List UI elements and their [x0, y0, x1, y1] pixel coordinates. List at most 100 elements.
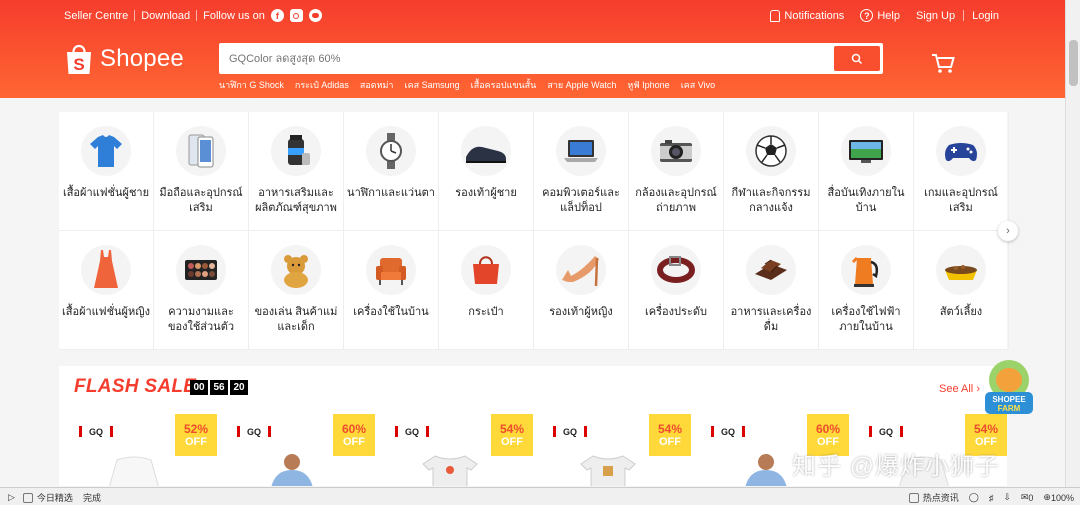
category-next-button[interactable]: › [998, 221, 1018, 241]
notifications-link[interactable]: Notifications [770, 9, 844, 22]
seller-centre-link[interactable]: Seller Centre [64, 10, 128, 22]
gamepad-icon [936, 126, 986, 176]
instagram-icon[interactable] [289, 9, 303, 22]
sign-up-link[interactable]: Sign Up [916, 10, 955, 22]
category-item[interactable]: เครื่องประดับ [629, 231, 724, 350]
category-item[interactable]: ของเล่น สินค้าแม่และเด็ก [249, 231, 344, 350]
watch-icon [366, 126, 416, 176]
flash-sale-item[interactable]: GQ 54% OFF [375, 414, 533, 486]
keyword-link[interactable]: สาย Apple Watch [547, 78, 616, 92]
category-label: นาฬิกาและแว่นตา [347, 187, 435, 199]
chocolate-icon [746, 245, 796, 295]
login-link[interactable]: Login [972, 10, 999, 22]
search-bar [219, 43, 883, 74]
category-item[interactable]: ความงามและของใช้ส่วนตัว [154, 231, 249, 350]
download-link[interactable]: Download [141, 10, 190, 22]
timer-seconds: 20 [230, 380, 248, 395]
category-item[interactable]: กีฬาและกิจกรรมกลางแจ้ง [724, 112, 819, 231]
category-item[interactable]: เสื้อผ้าแฟชั่นผู้หญิง [59, 231, 154, 350]
keyword-link[interactable]: สอดหม่า [360, 78, 394, 92]
category-label: กล้องและอุปกรณ์ถ่ายภาพ [635, 187, 717, 214]
category-item[interactable]: กระเป๋า [439, 231, 534, 350]
page-scrollbar[interactable] [1065, 0, 1080, 487]
divider [196, 10, 198, 21]
svg-text:S: S [73, 55, 84, 74]
facebook-icon[interactable]: f [270, 9, 284, 22]
category-item[interactable]: เครื่องใช้ไฟฟ้าภายในบ้าน [819, 231, 914, 350]
category-item[interactable]: สัตว์เลี้ยง [914, 231, 1009, 350]
keyword-link[interactable]: เสื้อครอปแขนสั้น [471, 78, 537, 92]
keyword-link[interactable]: กระเป๋ Adidas [295, 78, 349, 92]
search-keyword-list: นาฬิกา G Shock กระเป๋ Adidas สอดหม่า เคส… [219, 78, 726, 92]
chevron-right-icon: › [1006, 225, 1010, 237]
scrollbar-thumb[interactable] [1069, 40, 1078, 86]
category-item[interactable]: กล้องและอุปกรณ์ถ่ายภาพ [629, 112, 724, 231]
line-icon[interactable] [308, 9, 322, 22]
timer-hours: 00 [190, 380, 208, 395]
hot-news-link[interactable]: 热点资讯 [923, 491, 959, 504]
category-item[interactable]: อาหารเสริมและผลิตภัณฑ์สุขภาพ [249, 112, 344, 231]
product-image [109, 456, 159, 486]
category-item[interactable]: เครื่องใช้ในบ้าน [344, 231, 439, 350]
category-label: สื่อบันเทิงภายในบ้าน [827, 187, 905, 214]
see-all-label: See All [939, 383, 974, 395]
flash-sale-item[interactable]: GQ 52% OFF [59, 414, 217, 486]
help-icon: ? [860, 9, 874, 22]
product-brand: GQ [388, 426, 436, 437]
armchair-icon [366, 245, 416, 295]
status-left-label[interactable]: 今日精选 [37, 491, 73, 504]
keyword-link[interactable]: เคส Vivo [681, 78, 715, 92]
laptop-icon [556, 126, 606, 176]
category-item[interactable]: เกมและอุปกรณ์เสริม [914, 112, 1009, 231]
flash-sale-item[interactable]: GQ 60% OFF [217, 414, 375, 486]
category-item[interactable]: เสื้อผ้าแฟชั่นผู้ชาย [59, 112, 154, 231]
keyword-link[interactable]: เคส Samsung [405, 78, 460, 92]
category-item[interactable]: สื่อบันเทิงภายในบ้าน [819, 112, 914, 231]
search-button[interactable] [834, 46, 880, 71]
high-heel-icon [556, 245, 606, 295]
category-item[interactable]: อาหารและเครื่องดื่ม [724, 231, 819, 350]
category-item[interactable]: มือถือและอุปกรณ์เสริม [154, 112, 249, 231]
help-link[interactable]: ? Help [860, 9, 900, 22]
flash-sale-item[interactable]: GQ 54% OFF [533, 414, 691, 486]
discount-badge: 60% OFF [333, 414, 375, 456]
product-brand: GQ [862, 426, 910, 437]
category-item[interactable]: นาฬิกาและแว่นตา [344, 112, 439, 231]
news-icon [908, 492, 919, 503]
shopee-logo[interactable]: S Shopee [64, 42, 184, 76]
see-all-link[interactable]: See All › [939, 383, 980, 395]
search-input[interactable] [223, 47, 823, 70]
category-item[interactable]: คอมพิวเตอร์และแล็ปท็อป [534, 112, 629, 231]
flash-sale-title: FLASH SALE [74, 376, 197, 397]
search-icon [851, 53, 863, 64]
pet-bowl-icon [936, 245, 986, 295]
cart-icon[interactable] [930, 52, 956, 74]
category-grid: เสื้อผ้าแฟชั่นผู้ชาย มือถือและอุปกรณ์เสร… [59, 112, 1009, 350]
category-item[interactable]: รองเท้าผู้หญิง [534, 231, 629, 350]
category-item[interactable]: รองเท้าผู้ชาย [439, 112, 534, 231]
handbag-icon [461, 245, 511, 295]
discount-badge: 54% OFF [491, 414, 533, 456]
top-navbar: Seller Centre Download Follow us on f No… [64, 9, 999, 27]
page-icon [22, 492, 33, 503]
category-label: รองเท้าผู้ชาย [455, 187, 517, 199]
farm-badge-line1: SHOPEE [992, 395, 1026, 404]
shopee-farm-badge[interactable]: SHOPEE FARM [982, 358, 1036, 418]
camera-icon [651, 126, 701, 176]
shield-icon[interactable]: ◯ [969, 492, 979, 503]
category-label: เครื่องใช้ในบ้าน [353, 306, 429, 318]
zoom-icon[interactable]: ⊕ [1043, 492, 1051, 503]
status-counter: 0 [1028, 492, 1034, 503]
category-label: คอมพิวเตอร์และแล็ปท็อป [542, 187, 620, 214]
category-label: เกมและอุปกรณ์เสริม [924, 187, 998, 214]
category-label: รองเท้าผู้หญิง [549, 306, 613, 318]
download-icon[interactable]: ⇩ [1003, 492, 1011, 503]
keyword-link[interactable]: หูฟั Iphone [627, 78, 669, 92]
brand-name: Shopee [100, 45, 184, 72]
mute-icon[interactable]: ♯ [989, 493, 994, 503]
discount-badge: 52% OFF [175, 414, 217, 456]
zoom-level[interactable]: 100% [1051, 493, 1074, 503]
mens-shoe-icon [461, 126, 511, 176]
keyword-link[interactable]: นาฬิกา G Shock [219, 78, 284, 92]
sidebar-toggle-icon[interactable]: ▷ [8, 492, 15, 503]
